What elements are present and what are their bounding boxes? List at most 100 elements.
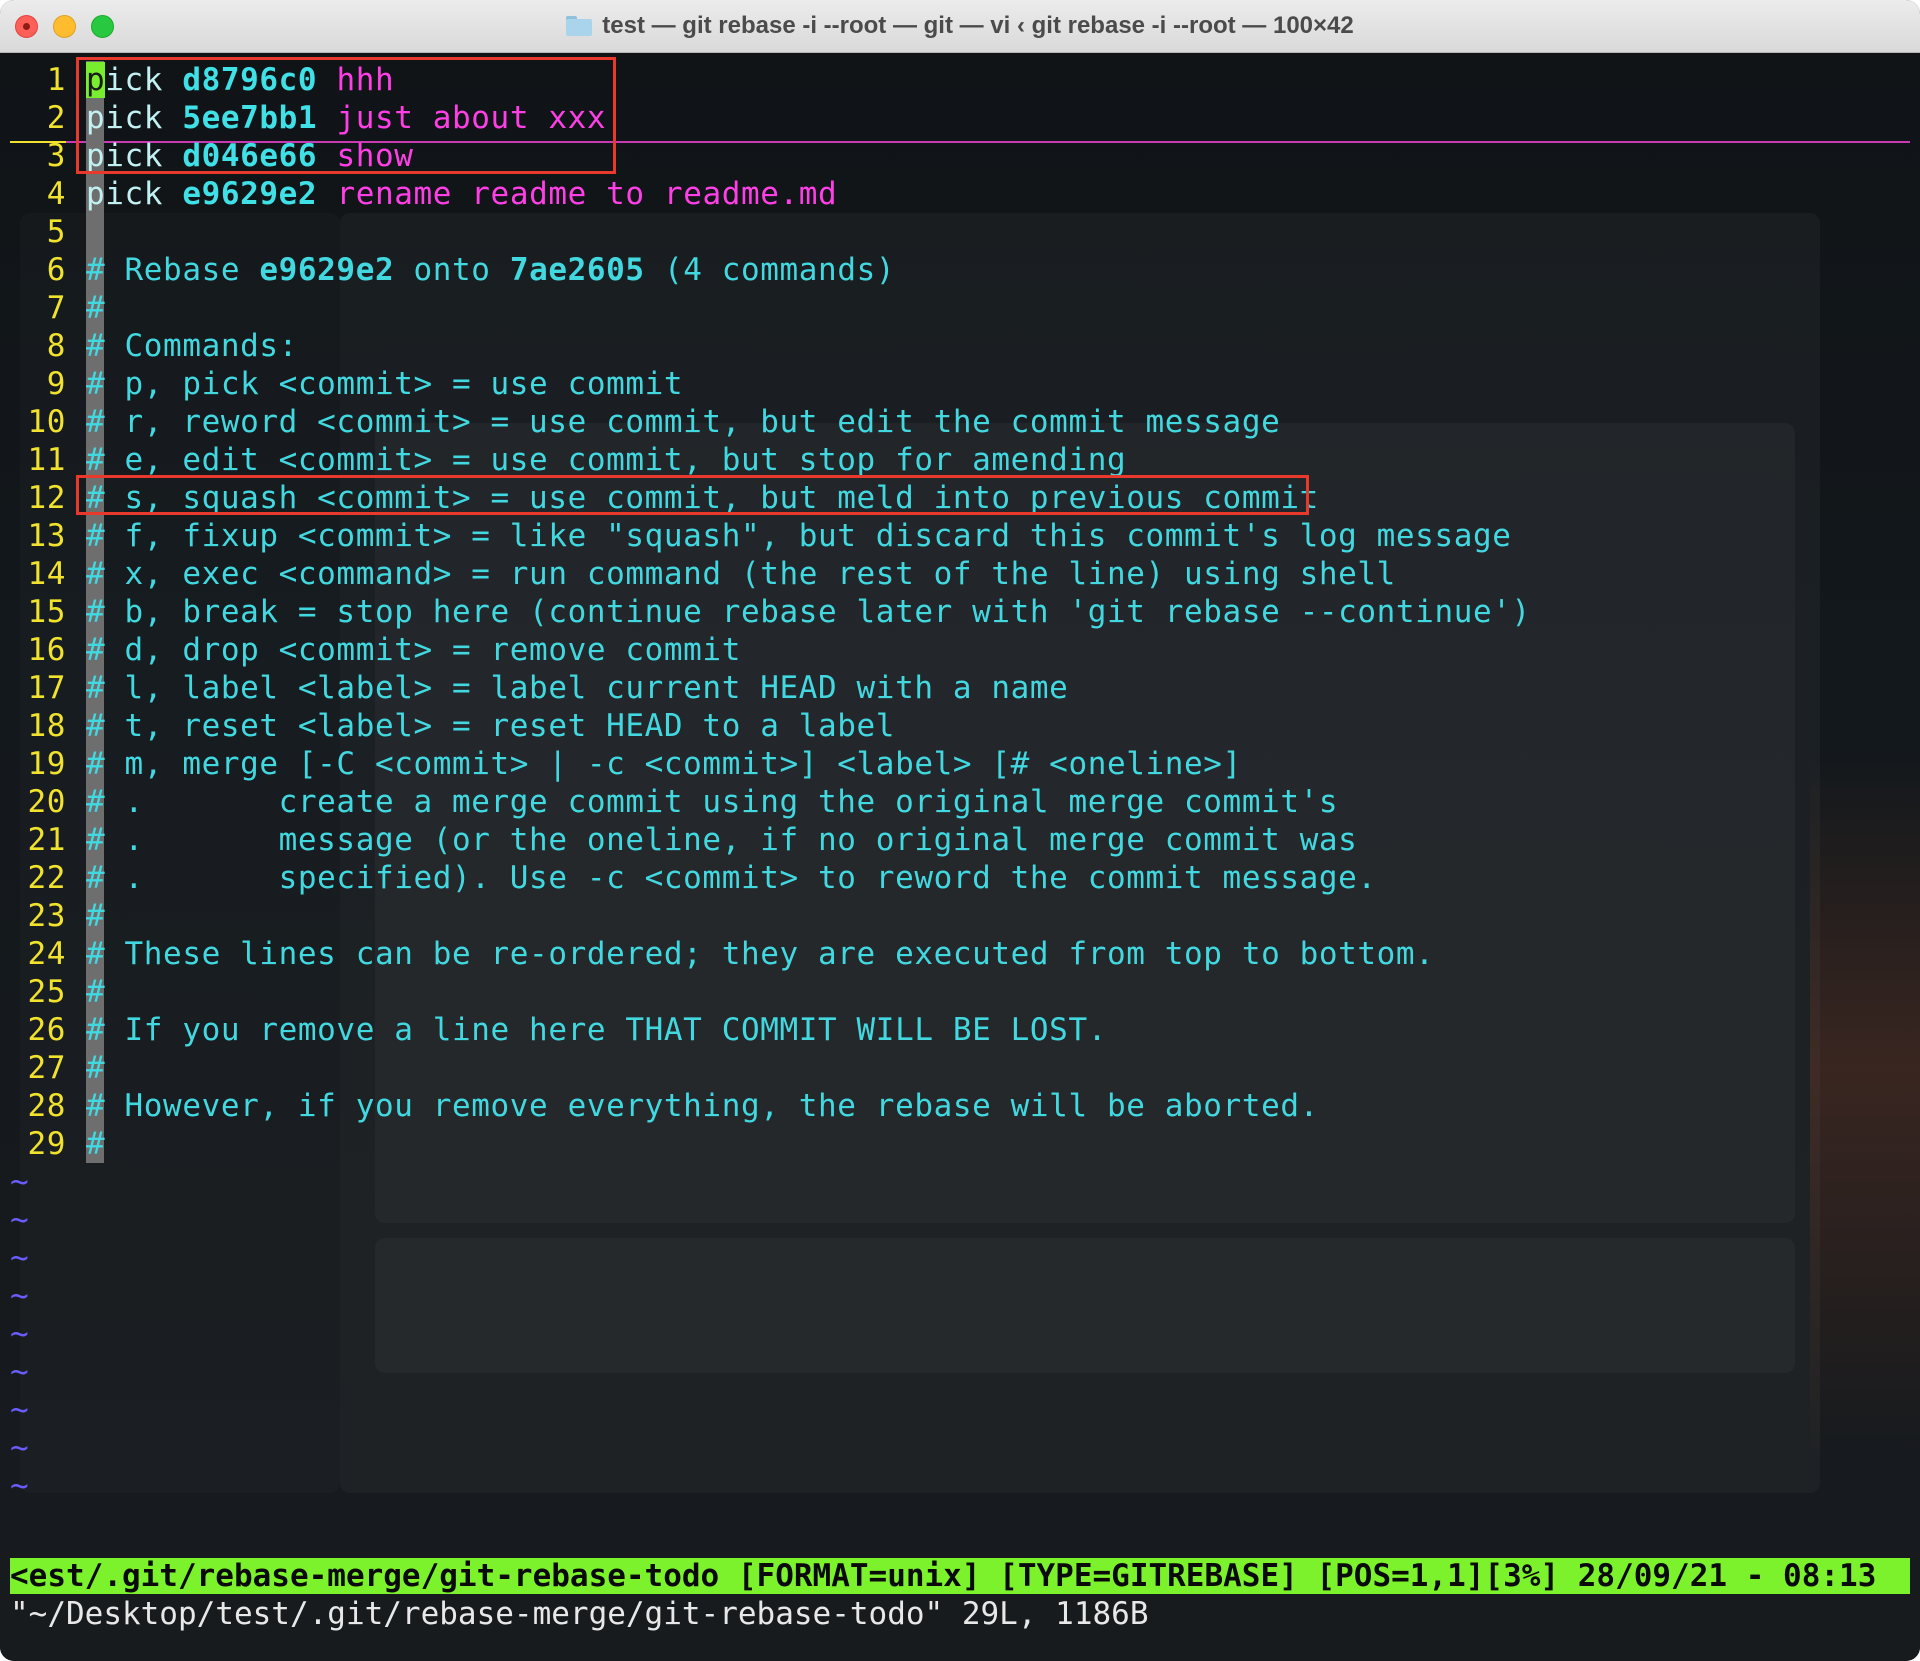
comment-text: # . message (or the oneline, if no origi… (86, 822, 1358, 858)
empty-line-tilde: ~ (10, 1468, 29, 1504)
buffer-line[interactable]: 8 # Commands: (0, 327, 1920, 365)
line-content: # e, edit <commit> = use commit, but sto… (86, 441, 1126, 479)
line-number: 17 (27, 670, 66, 706)
line-number: 14 (27, 556, 66, 592)
line-number: 27 (27, 1050, 66, 1086)
comment-text: # (86, 290, 106, 326)
folder-icon (566, 16, 593, 36)
buffer-line[interactable]: 18 # t, reset <label> = reset HEAD to a l… (0, 707, 1920, 745)
line-content: # r, reword <commit> = use commit, but e… (86, 403, 1280, 441)
buffer-line[interactable]: 28 # However, if you remove everything, t… (0, 1087, 1920, 1125)
line-number: 21 (27, 822, 66, 858)
line-content: # (86, 1125, 105, 1163)
sign-column (86, 213, 104, 251)
buffer-line[interactable]: 4 pick e9629e2 rename readme to readme.md (0, 175, 1920, 213)
line-number: 28 (27, 1088, 66, 1124)
line-content: # (86, 289, 105, 327)
buffer-line[interactable]: 5 (0, 213, 1920, 251)
line-content: # (86, 973, 105, 1011)
buffer-line[interactable]: 10 # r, reword <commit> = use commit, but… (0, 403, 1920, 441)
window-title-wrap: test — git rebase -i --root — git — vi ‹… (0, 0, 1920, 52)
commit-message: rename readme to readme.md (336, 176, 838, 212)
terminal-content[interactable]: 1 pick d8796c0 hhh 2 pick 5ee7bb1 just abou… (0, 53, 1920, 1661)
line-content: # m, merge [-C <commit> | -c <commit>] <… (86, 745, 1242, 783)
empty-line-tilde: ~ (10, 1202, 29, 1238)
buffer-line[interactable]: 24 # These lines can be re-ordered; they … (0, 935, 1920, 973)
line-number: 2 (46, 100, 66, 136)
title-bar: test — git rebase -i --root — git — vi ‹… (0, 0, 1920, 53)
empty-line-tilde: ~ (10, 1278, 29, 1314)
buffer-line[interactable]: 27 # (0, 1049, 1920, 1087)
line-number: 19 (27, 746, 66, 782)
buffer-line[interactable]: 14 # x, exec <command> = run command (the… (0, 555, 1920, 593)
buffer-line[interactable]: 9 # p, pick <commit> = use commit (0, 365, 1920, 403)
terminal-window: test — git rebase -i --root — git — vi ‹… (0, 0, 1920, 1661)
line-number: 8 (46, 328, 66, 364)
empty-line-tilde: ~ (10, 1240, 29, 1276)
line-number: 10 (27, 404, 66, 440)
line-number: 12 (27, 480, 66, 516)
line-number: 15 (27, 594, 66, 630)
line-number: 25 (27, 974, 66, 1010)
comment-text: # b, break = stop here (continue rebase … (86, 594, 1531, 630)
comment-text: # (86, 898, 106, 934)
comment-text: # l, label <label> = label current HEAD … (86, 670, 1069, 706)
line-number: 20 (27, 784, 66, 820)
buffer-line[interactable]: 13 # f, fixup <commit> = like "squash", b… (0, 517, 1920, 555)
empty-line-tilde: ~ (10, 1354, 29, 1390)
line-content: # p, pick <commit> = use commit (86, 365, 683, 403)
empty-line-tilde: ~ (10, 1164, 29, 1200)
buffer-line[interactable]: 7 # (0, 289, 1920, 327)
window-title: test — git rebase -i --root — git — vi ‹… (602, 12, 1354, 39)
line-content: pick e9629e2 rename readme to readme.md (86, 175, 837, 213)
buffer-line[interactable]: 23 # (0, 897, 1920, 935)
line-number: 23 (27, 898, 66, 934)
buffer-line[interactable]: 21 # . message (or the oneline, if no ori… (0, 821, 1920, 859)
line-content: # If you remove a line here THAT COMMIT … (86, 1011, 1107, 1049)
buffer-line[interactable]: 25 # (0, 973, 1920, 1011)
line-number: 5 (46, 214, 66, 250)
buffer-line[interactable]: 29 # (0, 1125, 1920, 1163)
comment-text: # t, reset <label> = reset HEAD to a lab… (86, 708, 896, 744)
line-content: # Commands: (86, 327, 298, 365)
comment-text: # e, edit <commit> = use commit, but sto… (86, 442, 1127, 478)
buffer-line[interactable]: 26 # If you remove a line here THAT COMMI… (0, 1011, 1920, 1049)
line-content: # Rebase e9629e2 onto 7ae2605 (4 command… (86, 251, 895, 289)
line-number: 1 (46, 62, 66, 98)
line-content: # f, fixup <commit> = like "squash", but… (86, 517, 1512, 555)
line-number: 11 (27, 442, 66, 478)
comment-text: # . create a merge commit using the orig… (86, 784, 1339, 820)
buffer-line[interactable]: 20 # . create a merge commit using the or… (0, 783, 1920, 821)
buffer-line[interactable]: 22 # . specified). Use -c <commit> to rew… (0, 859, 1920, 897)
buffer-line[interactable]: 17 # l, label <label> = label current HEA… (0, 669, 1920, 707)
line-content: # t, reset <label> = reset HEAD to a lab… (86, 707, 895, 745)
buffer-line[interactable]: 19 # m, merge [-C <commit> | -c <commit>]… (0, 745, 1920, 783)
comment-text: # If you remove a line here THAT COMMIT … (86, 1012, 1107, 1048)
empty-line-tilde: ~ (10, 1316, 29, 1352)
line-number: 29 (27, 1126, 66, 1162)
comment-text: # p, pick <commit> = use commit (86, 366, 684, 402)
line-content: # However, if you remove everything, the… (86, 1087, 1319, 1125)
empty-line-tilde: ~ (10, 1430, 29, 1466)
comment-text: # (86, 1126, 106, 1162)
line-number: 4 (46, 176, 66, 212)
highlight-box-squash-line (76, 475, 1309, 515)
line-number: 13 (27, 518, 66, 554)
buffer-line[interactable]: 16 # d, drop <commit> = remove commit (0, 631, 1920, 669)
comment-text: # f, fixup <commit> = like "squash", but… (86, 518, 1512, 554)
background-card (375, 1238, 1795, 1373)
comment-text: # r, reword <commit> = use commit, but e… (86, 404, 1281, 440)
buffer-line[interactable]: 11 # e, edit <commit> = use commit, but s… (0, 441, 1920, 479)
vim-command-line[interactable]: "~/Desktop/test/.git/rebase-merge/git-re… (10, 1595, 1148, 1633)
line-content: # d, drop <commit> = remove commit (86, 631, 741, 669)
line-content: # l, label <label> = label current HEAD … (86, 669, 1068, 707)
comment-text: # Rebase (86, 252, 260, 288)
comment-text: # Commands: (86, 328, 298, 364)
comment-text: (4 commands) (644, 252, 896, 288)
line-number: 3 (46, 138, 66, 174)
comment-text: # x, exec <command> = run command (the r… (86, 556, 1396, 592)
buffer-line[interactable]: 6 # Rebase e9629e2 onto 7ae2605 (4 comman… (0, 251, 1920, 289)
line-number: 22 (27, 860, 66, 896)
buffer-line[interactable]: 15 # b, break = stop here (continue rebas… (0, 593, 1920, 631)
comment-text: # (86, 974, 106, 1010)
